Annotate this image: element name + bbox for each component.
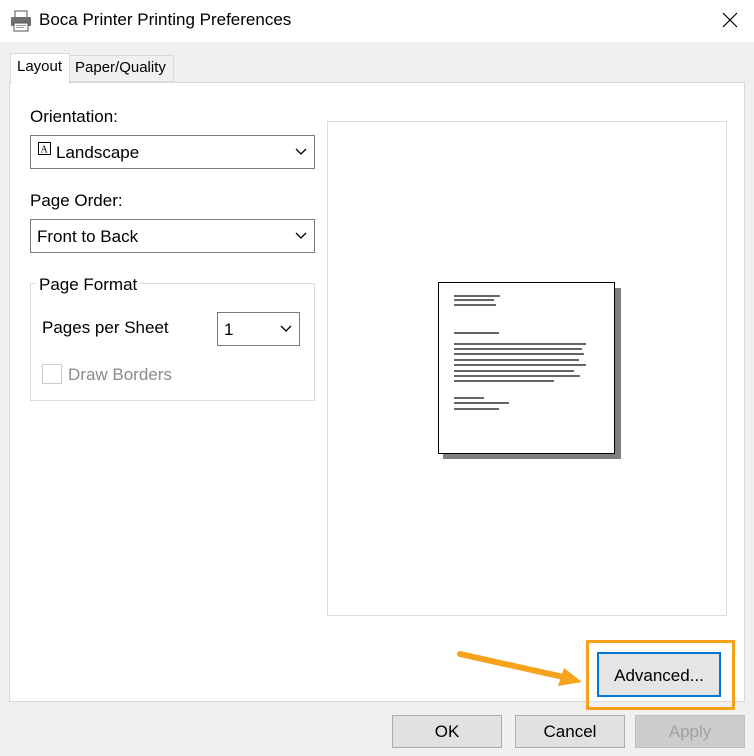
page-order-select[interactable]: Front to Back xyxy=(30,219,315,253)
close-button[interactable] xyxy=(706,0,754,40)
pages-per-sheet-select[interactable]: 1 xyxy=(217,312,300,346)
tab-layout-label: Layout xyxy=(17,58,63,75)
ok-button[interactable]: OK xyxy=(392,715,502,748)
chevron-down-icon xyxy=(295,148,307,155)
printer-icon xyxy=(9,9,33,33)
chevron-down-icon xyxy=(295,232,307,239)
tab-layout[interactable]: Layout xyxy=(10,53,70,84)
chevron-down-icon xyxy=(280,325,292,332)
page-format-title: Page Format xyxy=(36,275,141,295)
page-order-label: Page Order: xyxy=(30,191,123,210)
tab-paper-quality[interactable]: Paper/Quality xyxy=(70,55,174,82)
apply-button[interactable]: Apply xyxy=(635,715,745,748)
page-preview xyxy=(438,282,615,454)
tab-paper-quality-label: Paper/Quality xyxy=(75,59,166,76)
draw-borders-checkbox[interactable] xyxy=(42,364,62,384)
cancel-button[interactable]: Cancel xyxy=(515,715,625,748)
landscape-page-icon: A xyxy=(38,142,51,156)
pages-per-sheet-value: 1 xyxy=(224,320,234,339)
page-order-value: Front to Back xyxy=(37,227,139,246)
advanced-button[interactable]: Advanced... xyxy=(597,652,721,697)
draw-borders-label: Draw Borders xyxy=(68,365,172,384)
svg-text:A: A xyxy=(41,145,49,156)
orientation-value: Landscape xyxy=(56,143,140,162)
orientation-label: Orientation: xyxy=(30,107,118,126)
title-bar: Boca Printer Printing Preferences xyxy=(0,0,754,42)
page-preview-text-lines xyxy=(454,295,586,410)
window-title: Boca Printer Printing Preferences xyxy=(39,10,292,29)
orientation-select[interactable]: A Landscape xyxy=(30,135,315,169)
pages-per-sheet-label: Pages per Sheet xyxy=(42,318,169,337)
close-icon xyxy=(722,12,738,28)
annotation-arrow xyxy=(457,651,582,686)
